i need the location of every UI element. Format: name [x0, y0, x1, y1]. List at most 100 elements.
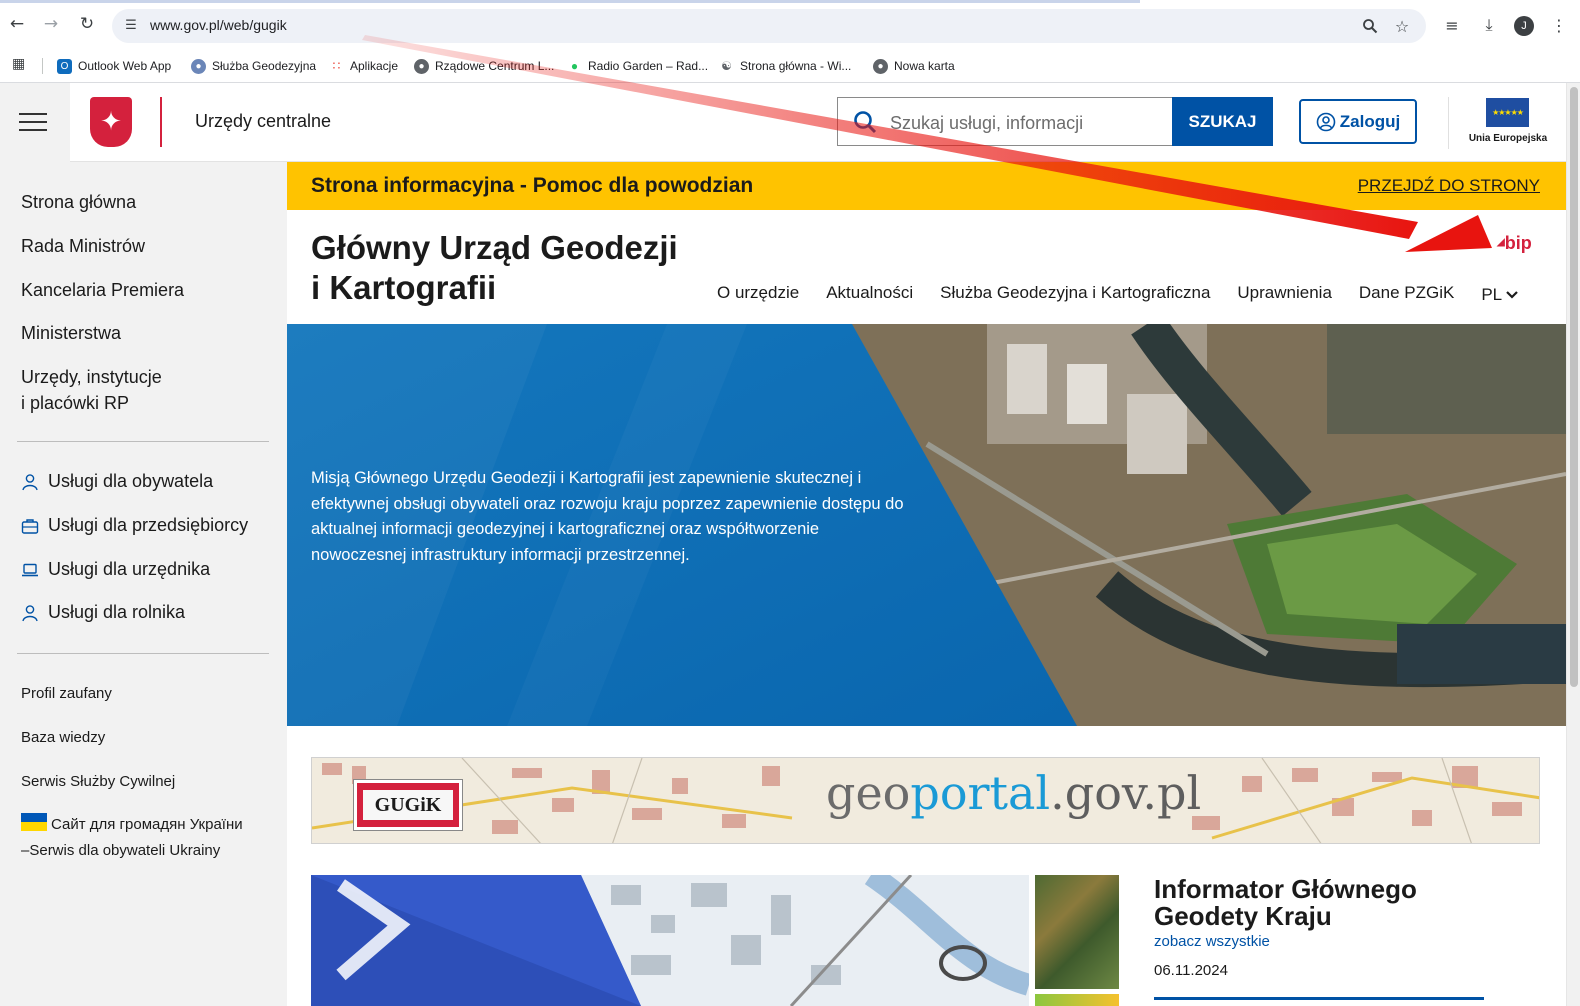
hamburger-icon[interactable] [19, 113, 47, 133]
sidebar-item-knowledge-base[interactable]: Baza wiedzy [21, 725, 105, 751]
polish-eagle-emblem-icon[interactable]: ✦ [90, 97, 132, 147]
hero-banner: Misją Głównego Urzędu Geodezji i Kartogr… [287, 324, 1566, 726]
sidebar-item-home[interactable]: Strona główna [21, 189, 136, 215]
nav-geodetic-service[interactable]: Służba Geodezyjna i Kartograficzna [940, 283, 1210, 307]
person-icon [22, 473, 38, 490]
bookmark-rcl[interactable]: ● Rządowe Centrum L... [414, 55, 554, 77]
bookmark-label: Outlook Web App [78, 59, 172, 73]
sidebar-item-label: Usługi dla rolnika [48, 602, 186, 622]
laptop-icon [22, 563, 38, 576]
globe-icon: ● [873, 58, 888, 74]
header-separator [1448, 97, 1449, 149]
reload-icon[interactable]: ↻ [76, 13, 98, 35]
alert-text: Strona informacyjna - Pomoc dla powodzia… [311, 174, 754, 197]
search-box[interactable] [837, 97, 1173, 146]
sidebar-item-ukraine[interactable]: Сайт для громадян України –Serwis dla ob… [21, 812, 243, 864]
page-scrollbar[interactable] [1566, 83, 1580, 1006]
bip-logo[interactable]: ◢bip [1497, 233, 1532, 254]
sidebar-item-offices[interactable]: Urzędy, instytucje i placówki RP [21, 364, 162, 416]
sidebar-item-label: Usługi dla obywatela [48, 471, 214, 491]
sidebar-item-citizen-services[interactable]: Usługi dla obywatela [21, 471, 213, 492]
see-all-link[interactable]: zobacz wszystkie [1154, 933, 1270, 950]
apps-grid-icon[interactable]: ▦ [12, 56, 30, 74]
sidebar-item-prime-minister-office[interactable]: Kancelaria Premiera [21, 277, 184, 303]
scrollbar-thumb[interactable] [1570, 87, 1578, 687]
sidebar-item-label: i placówki RP [21, 393, 130, 413]
sidebar-item-label: Usługi dla urzędnika [48, 559, 211, 579]
site-info-icon[interactable]: ☰ [122, 16, 140, 34]
geoportal-banner[interactable]: GUGiK geoportal.gov.pl [311, 757, 1540, 844]
news-thumbnail[interactable] [1035, 875, 1119, 989]
person-icon [22, 604, 38, 621]
flood-help-alert-bar: Strona informacyjna - Pomoc dla powodzia… [287, 162, 1566, 210]
sidebar-item-label: –Serwis dla obywateli Ukrainy [21, 842, 221, 859]
sidebar-item-civil-service[interactable]: Serwis Służby Cywilnej [21, 769, 175, 795]
address-bar[interactable]: ☰ www.gov.pl/web/gugik ☆ [112, 9, 1426, 43]
globe-icon: ● [191, 58, 206, 74]
browser-toolbar: ← → ↻ ☰ www.gov.pl/web/gugik ☆ ≡ ⤓ J ⋮ [0, 0, 1580, 50]
sidebar: Strona główna Rada Ministrów Kancelaria … [0, 162, 287, 1006]
login-button[interactable]: Zaloguj [1299, 99, 1417, 144]
bookmark-sluzba[interactable]: ● Służba Geodezyjna [191, 55, 316, 77]
chevron-down-icon [1506, 291, 1518, 299]
gugik-logo: GUGiK [353, 779, 463, 831]
nav-pzgik-data[interactable]: Dane PZGiK [1359, 283, 1454, 307]
bookmark-label: Strona główna - Wi... [740, 59, 852, 73]
nav-news[interactable]: Aktualności [826, 283, 913, 307]
sidebar-item-ministries[interactable]: Ministerstwa [21, 320, 121, 346]
briefcase-icon [21, 518, 39, 534]
sidebar-item-business-services[interactable]: Usługi dla przedsiębiorcy [21, 515, 248, 536]
informator-title[interactable]: Informator Głównego Geodety Kraju [1154, 876, 1474, 930]
city-map-graphic [311, 875, 1029, 1006]
geoportal-domain: .gov.pl [1050, 766, 1202, 820]
bookmarks-bar: ▦ O Outlook Web App ● Służba Geodezyjna … [0, 50, 1580, 83]
apps-grid-icon: ∷ [332, 59, 341, 73]
page-load-progress [0, 0, 1140, 3]
news-thumbnail-secondary[interactable] [1035, 994, 1119, 1006]
nav-about[interactable]: O urzędzie [717, 283, 799, 307]
sidebar-item-council-of-ministers[interactable]: Rada Ministrów [21, 233, 145, 259]
news-featured-image[interactable] [311, 875, 1029, 1006]
sidebar-divider [17, 653, 269, 654]
eu-flag-icon: ★★★★★ [1486, 98, 1529, 127]
menu-toggle[interactable] [0, 83, 70, 162]
bookmark-label: Służba Geodezyjna [212, 59, 317, 73]
more-menu-icon[interactable]: ⋮ [1548, 14, 1570, 36]
download-icon[interactable]: ⤓ [1478, 14, 1500, 36]
reading-list-icon[interactable]: ≡ [1441, 14, 1463, 36]
nav-licenses[interactable]: Uprawnienia [1237, 283, 1332, 307]
bookmark-radio-garden[interactable]: ● Radio Garden – Rad... [567, 55, 708, 77]
bookmark-outlook[interactable]: O Outlook Web App [57, 55, 171, 77]
alert-go-to-page-link[interactable]: PRZEJDŹ DO STRONY [1358, 176, 1540, 196]
search-button[interactable]: SZUKAJ [1172, 97, 1273, 146]
ukraine-flag-icon [21, 813, 47, 831]
user-circle-icon [1316, 112, 1336, 131]
bookmark-aplikacje[interactable]: ∷ Aplikacje [329, 55, 398, 77]
zoom-icon[interactable] [1360, 16, 1380, 36]
url-text[interactable]: www.gov.pl/web/gugik [150, 17, 287, 33]
sidebar-item-label: Urzędy, instytucje [21, 367, 162, 387]
news-headline-cutoff[interactable] [1154, 994, 1484, 1006]
bookmark-star-icon[interactable]: ☆ [1392, 16, 1412, 36]
geoportal-wordmark: geoportal.gov.pl [826, 766, 1201, 820]
office-nav: O urzędzie Aktualności Służba Geodezyjna… [717, 283, 1518, 307]
bookmark-wikipedia[interactable]: ☯ Strona główna - Wi... [719, 55, 851, 77]
sidebar-item-label: Сайт для громадян України [51, 816, 243, 833]
profile-avatar[interactable]: J [1514, 16, 1534, 36]
sidebar-item-official-services[interactable]: Usługi dla urzędnika [21, 559, 210, 580]
sidebar-item-trusted-profile[interactable]: Profil zaufany [21, 681, 112, 707]
back-icon[interactable]: ← [6, 13, 28, 35]
header-title[interactable]: Urzędy centralne [195, 111, 331, 132]
site-header: ✦ Urzędy centralne SZUKAJ Zaloguj ★★★★★ … [0, 83, 1566, 162]
login-label: Zaloguj [1339, 111, 1401, 131]
language-selector[interactable]: PL [1481, 283, 1518, 307]
hero-mission-text: Misją Głównego Urzędu Geodezji i Kartogr… [311, 469, 904, 564]
binoculars-icon: ☯ [721, 59, 732, 73]
bookmark-new-tab[interactable]: ● Nowa karta [873, 55, 955, 77]
outlook-icon: O [57, 58, 72, 74]
geoportal-geo: geo [826, 766, 911, 820]
search-input[interactable] [890, 110, 1160, 136]
office-title[interactable]: Główny Urząd Geodezji i Kartografii [311, 228, 691, 308]
sidebar-item-farmer-services[interactable]: Usługi dla rolnika [21, 602, 185, 623]
forward-icon[interactable]: → [40, 13, 62, 35]
